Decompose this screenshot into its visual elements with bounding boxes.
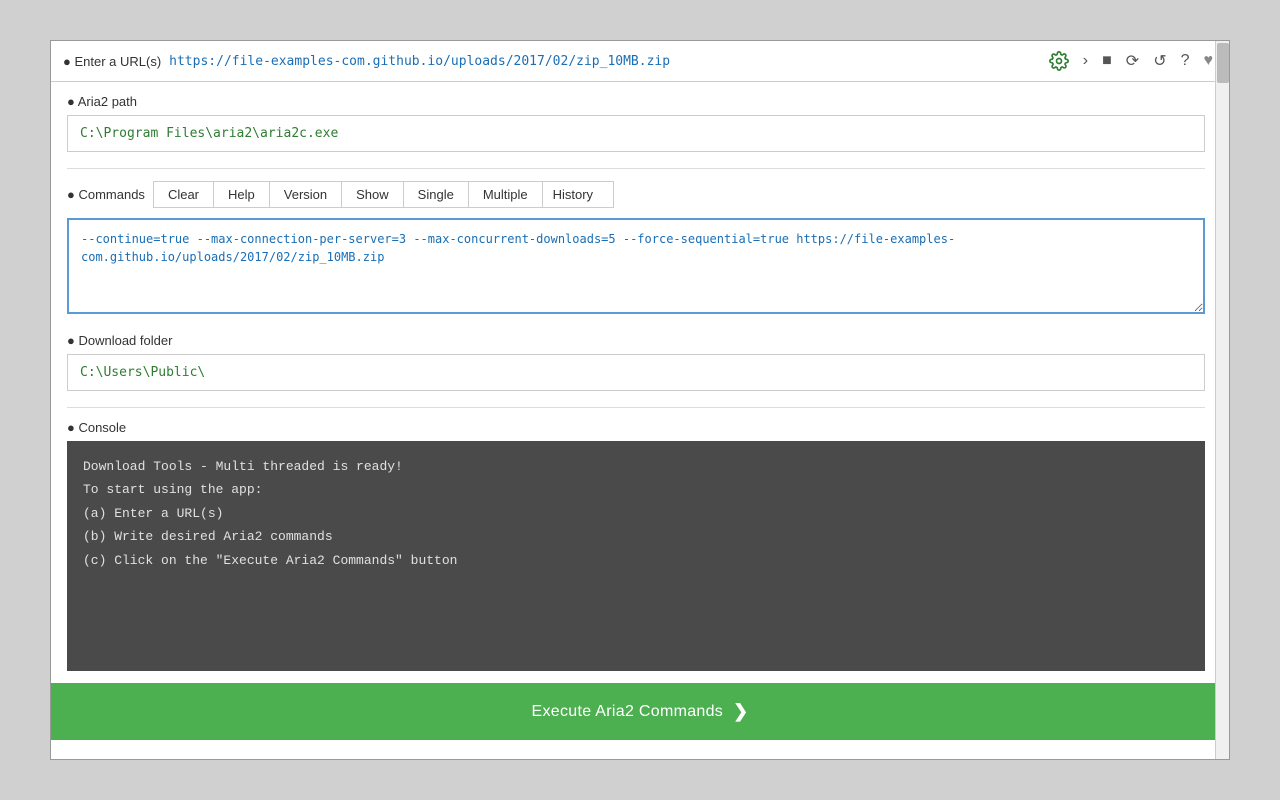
console-section: ● Console Download Tools - Multi threade… [67,420,1205,671]
execute-chevron-icon: ❯ [733,701,748,722]
url-input[interactable] [169,54,1037,69]
aria2-path-label: ● Aria2 path [67,94,1205,109]
console-label: ● Console [67,420,1205,435]
show-button[interactable]: Show [341,181,404,208]
refresh-button[interactable]: ⟳ [1122,49,1143,73]
gear-icon-button[interactable] [1045,49,1073,73]
divider-1 [67,168,1205,169]
download-folder-label: ● Download folder [67,333,1205,348]
console-line-5: (b) Write desired Aria2 commands [83,525,1189,548]
commands-row: ● Commands Clear Help Version Show Singl… [67,181,1205,208]
reload-button[interactable]: ↺ [1149,49,1170,73]
download-folder-section: ● Download folder [67,333,1205,391]
console-line-4: (a) Enter a URL(s) [83,502,1189,525]
console-line-6: (c) Click on the "Execute Aria2 Commands… [83,549,1189,572]
stop-button[interactable]: ■ [1098,50,1116,72]
commands-section: ● Commands Clear Help Version Show Singl… [67,181,1205,317]
help-button[interactable]: Help [213,181,270,208]
url-row: ● Enter a URL(s) › ■ ⟳ ↺ ? ♥ [51,41,1229,82]
main-content: ● Aria2 path ● Commands Clear Help Versi… [51,82,1229,683]
app-window: ● Enter a URL(s) › ■ ⟳ ↺ ? ♥ ● Aria2 pat… [50,40,1230,760]
scrollbar[interactable] [1215,41,1229,759]
url-label: ● Enter a URL(s) [63,54,161,69]
execute-button-label: Execute Aria2 Commands [532,703,724,721]
console-line-2: To start using the app: [83,478,1189,501]
help-toolbar-button[interactable]: ? [1177,50,1194,72]
aria2-path-section: ● Aria2 path [67,94,1205,152]
single-button[interactable]: Single [403,181,469,208]
history-dropdown[interactable]: History Option 1 Option 2 [542,181,614,208]
divider-2 [67,407,1205,408]
console-output: Download Tools - Multi threaded is ready… [67,441,1205,671]
execute-button[interactable]: Execute Aria2 Commands ❯ [51,683,1229,740]
forward-button[interactable]: › [1079,50,1092,72]
command-textarea[interactable]: --continue=true --max-connection-per-ser… [67,218,1205,314]
console-line-0: Download Tools - Multi threaded is ready… [83,455,1189,478]
aria2-path-input[interactable] [67,115,1205,152]
url-toolbar: › ■ ⟳ ↺ ? ♥ [1045,49,1217,73]
commands-label: ● Commands [67,187,145,202]
version-button[interactable]: Version [269,181,342,208]
download-folder-input[interactable] [67,354,1205,391]
clear-button[interactable]: Clear [153,181,214,208]
scroll-thumb[interactable] [1217,43,1229,83]
multiple-button[interactable]: Multiple [468,181,543,208]
